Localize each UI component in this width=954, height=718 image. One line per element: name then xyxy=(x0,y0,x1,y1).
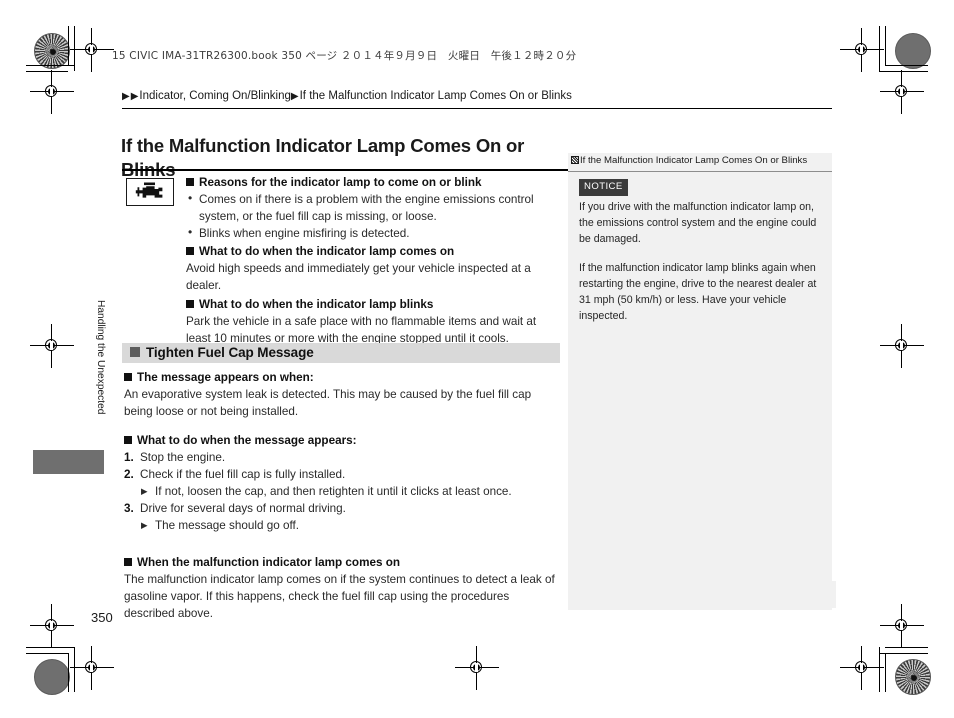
page-number: 350 xyxy=(91,610,113,625)
crosshair-mark-left-middle xyxy=(30,324,74,368)
square-bullet-icon xyxy=(186,178,194,186)
rosette-mark-bottom-right xyxy=(895,659,931,695)
step-number: 3. xyxy=(124,501,134,515)
chapter-tab-block xyxy=(33,450,104,474)
crop-line xyxy=(74,647,75,692)
crop-line xyxy=(879,653,928,654)
step-substep: The message should go off. xyxy=(124,518,558,535)
crop-line xyxy=(26,65,74,66)
square-bullet-icon xyxy=(124,557,132,566)
crosshair-mark-left-lower xyxy=(30,604,74,648)
rosette-mark-top-left xyxy=(34,33,70,69)
list-item: 3. Drive for several days of normal drivi… xyxy=(124,501,558,518)
crosshair-mark-bottom-right xyxy=(840,646,884,690)
subheading-lamp-comes-on-label: When the malfunction indicator lamp come… xyxy=(137,555,400,569)
subheading-reasons: Reasons for the indicator lamp to come o… xyxy=(186,174,562,191)
breadcrumb-arrow-icon: ▶ xyxy=(130,91,139,102)
crosshair-mark-top-left xyxy=(70,28,114,72)
square-bullet-icon xyxy=(124,373,132,381)
crop-line xyxy=(885,647,928,648)
crop-line xyxy=(885,65,928,66)
chapter-tab-label: Handling the Unexpected xyxy=(95,300,106,415)
breadcrumb-level-2[interactable]: If the Malfunction Indicator Lamp Comes … xyxy=(300,90,572,102)
step-number: 1. xyxy=(124,450,134,464)
step-text: Drive for several days of normal driving… xyxy=(140,501,346,515)
crosshair-mark-bottom-left xyxy=(70,646,114,690)
crop-line xyxy=(879,71,928,72)
paragraph-lamp-comes-on: The malfunction indicator lamp comes on … xyxy=(124,572,555,620)
sidebar-body: NOTICE If you drive with the malfunction… xyxy=(568,170,832,325)
step-text: Stop the engine. xyxy=(140,450,226,464)
square-bullet-icon xyxy=(124,435,132,444)
list-item: 2. Check if the fuel fill cap is fully in… xyxy=(124,467,558,484)
subheading-blinks-label: What to do when the indicator lamp blink… xyxy=(199,297,434,311)
crop-line xyxy=(26,647,74,648)
section-heading: Tighten Fuel Cap Message xyxy=(130,345,314,360)
breadcrumb-arrow-icon: ▶ xyxy=(122,91,130,102)
crosshair-mark-right-upper xyxy=(880,70,924,114)
square-bullet-icon xyxy=(186,247,194,256)
check-engine-icon xyxy=(126,178,174,206)
sidebar-note-panel: If the Malfunction Indicator Lamp Comes … xyxy=(568,153,832,610)
step-text: Check if the fuel fill cap is fully inst… xyxy=(140,467,346,481)
reasons-bullet-list: Comes on if there is a problem with the … xyxy=(186,190,562,242)
solid-dot-mark-top-right xyxy=(895,33,931,69)
subheading-lamp-comes-on: When the malfunction indicator lamp come… xyxy=(124,555,558,572)
paragraph-blinks: Park the vehicle in a safe place with no… xyxy=(186,314,537,345)
list-item: Comes on if there is a problem with the … xyxy=(186,190,562,225)
sidebar-header-label: If the Malfunction Indicator Lamp Comes … xyxy=(580,155,808,166)
notice-badge: NOTICE xyxy=(579,179,628,197)
sidebar-header-divider xyxy=(568,171,832,172)
slug-text: 15 CIVIC IMA-31TR26300.book 350 ページ ２０１４… xyxy=(112,50,577,62)
section-heading-label: Tighten Fuel Cap Message xyxy=(146,345,314,360)
procedure-step-list: 1. Stop the engine. 2. Check if the fuel f… xyxy=(124,450,558,535)
crop-line xyxy=(68,653,69,692)
section-heading-bar: Tighten Fuel Cap Message xyxy=(122,343,560,363)
breadcrumb-level-1[interactable]: Indicator, Coming On/Blinking xyxy=(139,90,291,102)
sidebar-paragraph-1: If you drive with the malfunction indica… xyxy=(579,201,817,246)
paragraph-message-appears: An evaporative system leak is detected. … xyxy=(124,387,532,418)
breadcrumb-divider xyxy=(122,108,832,109)
breadcrumb: ▶▶Indicator, Coming On/Blinking▶If the M… xyxy=(122,90,832,102)
crop-line xyxy=(26,653,68,654)
list-item: 1. Stop the engine. xyxy=(124,450,558,467)
crosshair-mark-top-right xyxy=(840,28,884,72)
crop-line xyxy=(68,26,69,65)
sidebar-header: If the Malfunction Indicator Lamp Comes … xyxy=(568,153,832,172)
list-item: Blinks when engine misfiring is detected… xyxy=(186,224,562,242)
crosshair-mark-right-middle xyxy=(880,324,924,368)
paragraph-comes-on: Avoid high speeds and immediately get yo… xyxy=(186,262,531,293)
subheading-what-to-do: What to do when the message appears: xyxy=(124,433,558,450)
main-content-upper: Reasons for the indicator lamp to come o… xyxy=(122,173,562,347)
chapter-tab-block-right xyxy=(820,581,836,608)
subheading-message-appears-label: The message appears on when: xyxy=(137,371,314,384)
solid-dot-mark-bottom-left xyxy=(34,659,70,695)
step-substep: If not, loosen the cap, and then retight… xyxy=(124,484,558,501)
square-bullet-icon xyxy=(186,299,194,308)
square-bullet-icon xyxy=(130,347,140,357)
main-body-upper: Reasons for the indicator lamp to come o… xyxy=(186,174,562,347)
crop-line xyxy=(885,653,886,692)
subheading-blinks: What to do when the indicator lamp blink… xyxy=(186,296,562,313)
main-content-lower: The message appears on when: An evaporat… xyxy=(124,369,558,623)
sidebar-paragraph-2: If the malfunction indicator lamp blinks… xyxy=(579,262,817,322)
breadcrumb-arrow-icon: ▶ xyxy=(290,91,299,102)
crop-line xyxy=(26,71,68,72)
subheading-message-appears: The message appears on when: xyxy=(124,370,558,387)
step-number: 2. xyxy=(124,467,134,481)
subheading-comes-on-label: What to do when the indicator lamp comes… xyxy=(199,245,455,259)
crosshair-mark-left-upper xyxy=(30,70,74,114)
crosshair-mark-right-lower xyxy=(880,604,924,648)
reference-marker-icon xyxy=(571,156,579,164)
subheading-what-to-do-label: What to do when the message appears: xyxy=(137,433,357,447)
book-slug-line: 15 CIVIC IMA-31TR26300.book 350 ページ ２０１４… xyxy=(112,48,576,63)
subheading-comes-on: What to do when the indicator lamp comes… xyxy=(186,243,562,260)
crop-line xyxy=(885,26,886,65)
crosshair-mark-bottom-middle xyxy=(455,646,499,690)
subheading-reasons-label: Reasons for the indicator lamp to come o… xyxy=(199,176,482,189)
